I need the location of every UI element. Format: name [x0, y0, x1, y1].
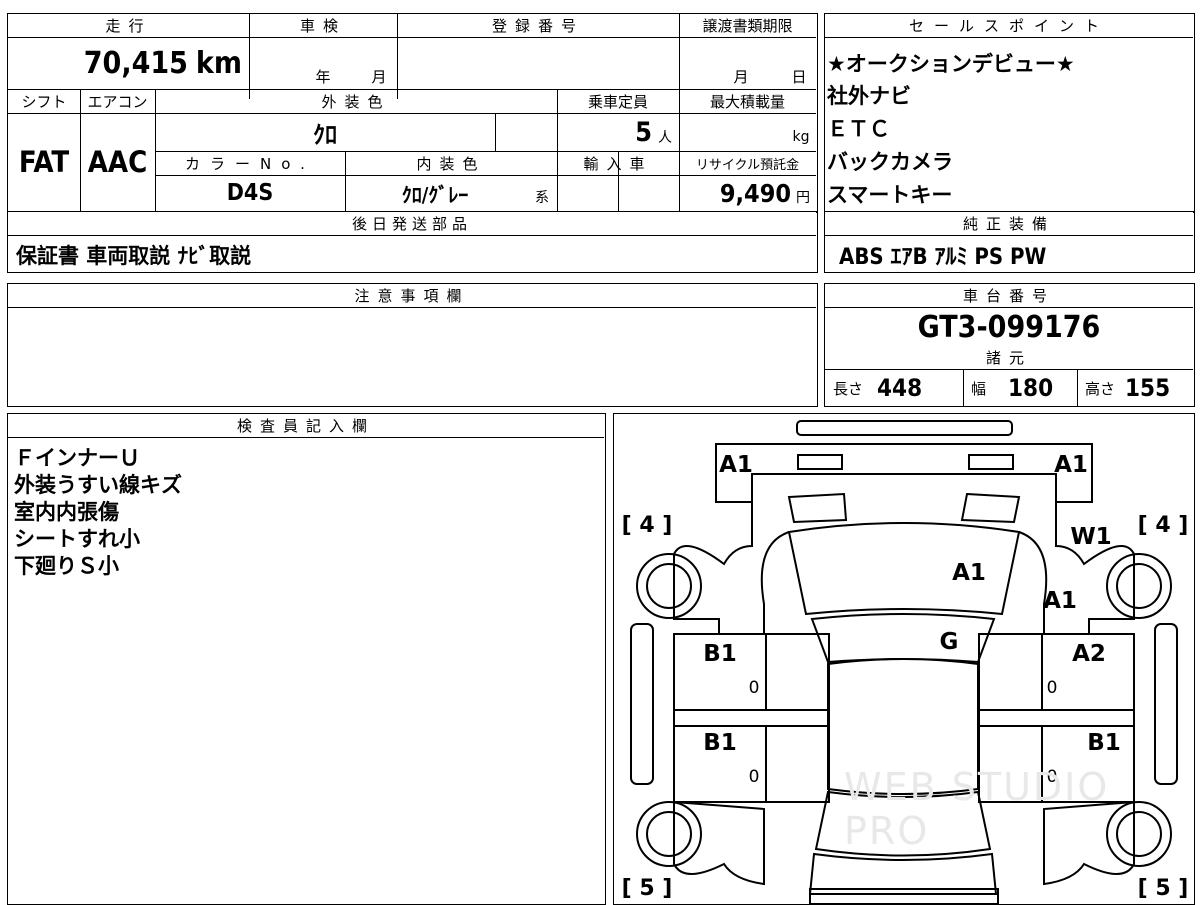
car-diagram-box: [ 4 ] [ 4 ] [ 5 ] [ 5 ] A1 A1 W1 A1 A1 G… [613, 413, 1195, 905]
mark-front-bumper-right: A1 [1054, 452, 1088, 478]
sales-points-box: セールスポイント ★オークションデビュー★ 社外ナビ ＥＴＣ バックカメラ スマ… [824, 13, 1195, 213]
interior-color-value: ｸﾛ/ｸﾞﾚｰ [401, 182, 469, 207]
inspection-year-unit: 年 [315, 67, 331, 86]
chassis-number: GT3-099176 [917, 309, 1101, 345]
inspector-line: ＦインナーＵ [14, 446, 140, 470]
capacity-header: 乗車定員 [587, 92, 648, 111]
inspector-line: 外装うすい線キズ [14, 473, 182, 497]
ac-value: AAC [87, 145, 148, 179]
mark-windshield: G [939, 629, 959, 655]
capacity-value: 5 [635, 116, 652, 148]
inspector-box: 検査員記入欄 ＦインナーＵ 外装うすい線キズ 室内内張傷 シートすれ小 下廻りＳ… [7, 413, 606, 905]
inspector-line: 室内内張傷 [14, 500, 119, 524]
capacity-unit: 人 [658, 130, 672, 146]
right-headlight [968, 454, 1014, 470]
standard-equipment-items: ABS ｴｱB ｱﾙﾐ PS PW [839, 245, 1047, 270]
transfer-month-unit: 月 [733, 67, 749, 86]
mileage-header: 走行 [105, 17, 152, 35]
door-zero-fr: 0 [1046, 678, 1058, 698]
left-rear-fender [673, 800, 765, 886]
notes-header: 注意事項欄 [8, 284, 816, 308]
mark-rear-left-door: B1 [703, 730, 737, 756]
max-load-header: 最大積載量 [709, 92, 785, 111]
ac-header: エアコン [87, 92, 148, 111]
tire-front-right-label: [ 4 ] [1137, 512, 1189, 538]
door-zero-fl: 0 [748, 678, 760, 698]
sales-point-item: ＥＴＣ [827, 117, 890, 141]
width-spec: 幅 180 [971, 374, 1054, 402]
watermark: WEB STUDIO PRO [844, 765, 1110, 853]
inspector-header: 検査員記入欄 [8, 414, 604, 438]
recycle-unit: 円 [796, 190, 810, 206]
left-door-seam [673, 709, 830, 727]
color-no-header: カラーNo. [185, 154, 315, 173]
transfer-deadline-header: 譲渡書類期限 [702, 17, 793, 35]
transfer-day-unit: 日 [791, 67, 807, 86]
sales-point-item: 社外ナビ [827, 84, 911, 108]
inspection-header: 車検 [299, 17, 346, 35]
later-shipping-box: 後日発送部品 保証書 車両取説 ﾅﾋﾞ取説 [7, 211, 818, 273]
mark-rear-right-door: B1 [1087, 730, 1121, 756]
specs-header: 諸元 [825, 346, 1193, 370]
sales-point-item: ★オークションデビュー★ [827, 52, 1075, 76]
recycle-header: リサイクル預託金 [695, 157, 800, 173]
tire-rear-right-label: [ 5 ] [1137, 875, 1189, 901]
color-no-value: D4S [226, 180, 274, 206]
interior-suffix: 系 [535, 190, 549, 206]
vehicle-info-grid: 走行 車検 登録番号 譲渡書類期限 70,415 km 年 月 月 日 シフト エ… [7, 13, 818, 213]
rear-bumper [809, 888, 999, 904]
left-sill [630, 623, 654, 785]
standard-equipment-header: 純正装備 [825, 212, 1193, 236]
sales-point-item: スマートキー [827, 183, 953, 207]
exterior-color-value: ｸﾛ [313, 120, 337, 149]
sales-points-header: セールスポイント [825, 14, 1193, 38]
recycle-fee-value: 9,490 [719, 178, 791, 208]
mark-front-left-door: B1 [703, 641, 737, 667]
later-shipping-items: 保証書 車両取説 ﾅﾋﾞ取説 [16, 244, 252, 268]
left-vent [787, 492, 848, 524]
mark-front-right-pillar: A1 [1043, 588, 1077, 614]
interior-color-header: 内装色 [416, 154, 486, 173]
mark-front-right-door: A2 [1072, 641, 1106, 667]
right-sill [1154, 623, 1178, 785]
standard-equipment-box: 純正装備 ABS ｴｱB ｱﾙﾐ PS PW [824, 211, 1195, 273]
rear-left-tire-inner [646, 811, 692, 857]
tire-front-left-label: [ 4 ] [621, 512, 673, 538]
left-headlight [797, 454, 843, 470]
exterior-color-header: 外装色 [321, 92, 391, 111]
import-header: 輸入車 [583, 154, 653, 173]
front-bumper [715, 443, 1093, 503]
later-shipping-header: 後日発送部品 [8, 212, 816, 236]
front-bumper-top [796, 420, 1013, 436]
shift-value: FAT [18, 145, 70, 179]
left-front-fender [673, 502, 790, 635]
inspection-month-unit: 月 [371, 67, 387, 86]
chassis-box: 車台番号 GT3-099176 諸元 長さ 448 幅 180 高さ 155 [824, 283, 1195, 407]
max-load-unit: kg [792, 129, 810, 145]
length-spec: 長さ 448 [833, 374, 923, 402]
mileage-value: 70,415 km [83, 45, 242, 81]
inspector-line: 下廻りＳ小 [14, 554, 119, 578]
notes-box: 注意事項欄 [7, 283, 818, 407]
chassis-header: 車台番号 [825, 284, 1193, 308]
mark-front-fender-right: W1 [1070, 524, 1112, 550]
sales-point-item: バックカメラ [827, 150, 953, 174]
height-spec: 高さ 155 [1085, 374, 1171, 402]
right-vent [960, 492, 1021, 524]
mark-front-bumper-left: A1 [719, 452, 753, 478]
front-right-tire-inner [1116, 563, 1162, 609]
right-door-seam [978, 709, 1135, 727]
tire-rear-left-label: [ 5 ] [621, 875, 673, 901]
front-left-tire-inner [646, 563, 692, 609]
inspector-line: シートすれ小 [14, 527, 140, 551]
mark-hood: A1 [952, 560, 986, 586]
registration-header: 登録番号 [491, 17, 584, 35]
windshield [810, 613, 996, 664]
door-zero-rl: 0 [748, 767, 760, 787]
shift-header: シフト [21, 92, 67, 111]
